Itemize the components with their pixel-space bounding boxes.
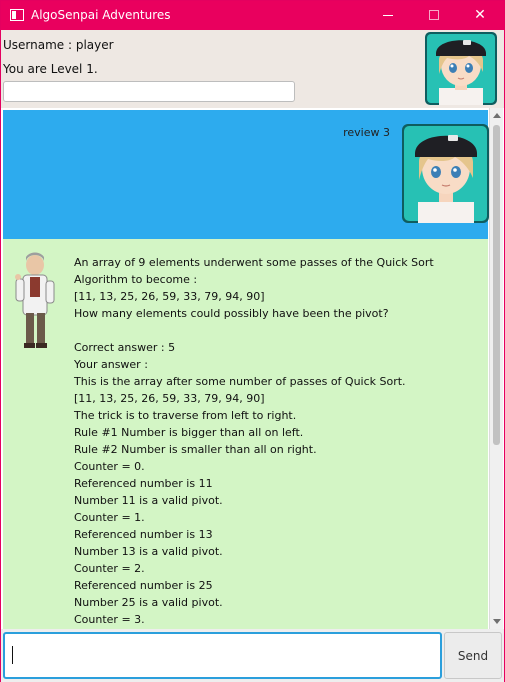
- minimize-icon: [383, 15, 393, 16]
- maximize-button[interactable]: [411, 1, 457, 30]
- bot-message-line: Rule #1 Number is bigger than all on lef…: [74, 426, 304, 439]
- bot-message-line: Counter = 0.: [74, 460, 145, 473]
- bot-message-line: Number 25 is a valid pivot.: [74, 596, 223, 609]
- scroll-up-icon[interactable]: [493, 113, 501, 118]
- bot-message-line: Counter = 3.: [74, 613, 145, 626]
- username-label: Username : player: [3, 38, 114, 52]
- maximize-icon: [429, 10, 439, 20]
- bot-message-line: Number 11 is a valid pivot.: [74, 494, 223, 507]
- bot-message-line: This is the array after some number of p…: [74, 375, 406, 388]
- profile-header: Username : player You are Level 1.: [1, 30, 504, 108]
- player-avatar: [425, 32, 497, 105]
- bot-message-line: How many elements could possibly have be…: [74, 307, 389, 320]
- close-icon: ✕: [474, 7, 486, 23]
- title-bar[interactable]: AlgoSenpai Adventures ✕: [1, 1, 504, 30]
- bot-message-line: Correct answer : 5: [74, 341, 176, 354]
- bot-message-text: An array of 9 elements underwent some pa…: [74, 254, 486, 628]
- chat-area[interactable]: review 3 An array of 9 elements underwen…: [1, 108, 504, 629]
- close-button[interactable]: ✕: [457, 1, 503, 30]
- bot-message-line: [11, 13, 25, 26, 59, 33, 79, 94, 90]: [74, 290, 265, 303]
- app-window: AlgoSenpai Adventures ✕ Username : playe…: [0, 0, 505, 682]
- bot-message-bubble: An array of 9 elements underwent some pa…: [3, 239, 488, 629]
- bot-message-line: [11, 13, 25, 26, 59, 33, 79, 94, 90]: [74, 392, 265, 405]
- bot-message-line: Number 13 is a valid pivot.: [74, 545, 223, 558]
- app-window-icon: [10, 9, 24, 21]
- scrollbar-thumb[interactable]: [493, 125, 500, 445]
- bot-message-line: Counter = 2.: [74, 562, 145, 575]
- bot-message-line: Referenced number is 13: [74, 528, 213, 541]
- minimize-button[interactable]: [365, 1, 411, 30]
- bot-message-line: Referenced number is 25: [74, 579, 213, 592]
- window-title: AlgoSenpai Adventures: [31, 8, 171, 22]
- bot-message-line: The trick is to traverse from left to ri…: [74, 409, 297, 422]
- message-input-row: Send: [1, 629, 504, 682]
- bot-message-line: Your answer :: [74, 358, 148, 371]
- level-label: You are Level 1.: [3, 62, 98, 76]
- level-progress-bar: [3, 81, 295, 102]
- user-message-bubble: review 3: [3, 110, 489, 239]
- message-input[interactable]: [3, 632, 442, 679]
- user-message-text: review 3: [343, 126, 390, 139]
- player-avatar: [402, 124, 489, 223]
- bot-message-line: Rule #2 Number is smaller than all on ri…: [74, 443, 317, 456]
- bot-message-line: Counter = 1.: [74, 511, 145, 524]
- chat-scrollbar[interactable]: [489, 108, 503, 629]
- bot-message-line: An array of 9 elements underwent some pa…: [74, 256, 434, 286]
- bot-message-line: [74, 322, 486, 339]
- scroll-down-icon[interactable]: [493, 619, 501, 624]
- send-button[interactable]: Send: [444, 632, 502, 679]
- professor-avatar: [15, 252, 55, 348]
- bot-message-line: Referenced number is 11: [74, 477, 213, 490]
- text-caret: [12, 646, 13, 664]
